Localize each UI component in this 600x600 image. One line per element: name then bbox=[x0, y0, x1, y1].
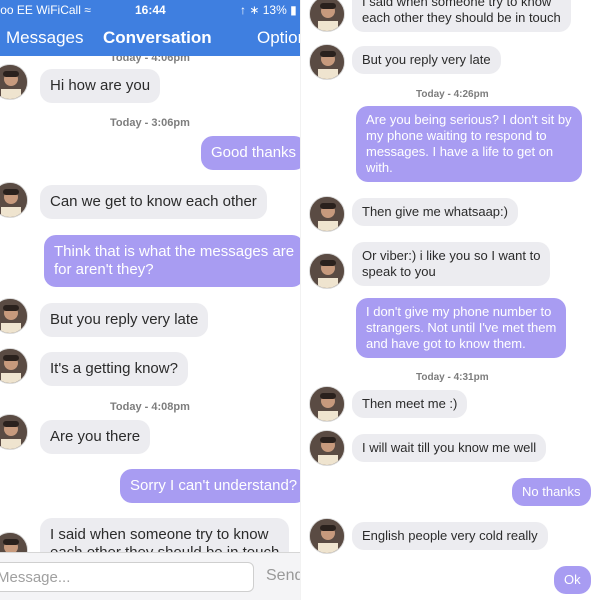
outgoing-message: No thanks bbox=[512, 478, 591, 506]
clock: 16:44 bbox=[135, 3, 166, 17]
outgoing-message: Think that is what the messages are for … bbox=[44, 235, 300, 287]
battery-indicator: ↑ ∗ 13% ▮ bbox=[240, 3, 297, 17]
message-line: Are you being serious? I don't sit by bbox=[366, 112, 572, 127]
message-line: speak to you bbox=[362, 264, 436, 279]
outgoing-message: Good thanks bbox=[201, 136, 300, 170]
timestamp: Today - 3:06pm bbox=[110, 117, 190, 129]
message-line: Or viber:) i like you so I want to bbox=[362, 248, 541, 263]
incoming-message: Are you there bbox=[40, 420, 151, 454]
carrier-label: •oo EE WiFiCall ≈ bbox=[0, 3, 91, 17]
contact-avatar[interactable] bbox=[309, 386, 345, 422]
options-button[interactable]: Options bbox=[257, 28, 300, 48]
incoming-message: English people very cold really bbox=[352, 522, 548, 550]
incoming-message: Or viber:) i like you so I want to speak… bbox=[352, 242, 551, 286]
navigation-bar: Messages Conversation Options bbox=[0, 20, 300, 56]
incoming-message: But you reply very late bbox=[40, 303, 209, 337]
send-button[interactable]: Send bbox=[266, 567, 300, 585]
outgoing-message: Are you being serious? I don't sit by my… bbox=[356, 106, 582, 182]
incoming-message: Then meet me :) bbox=[352, 390, 468, 418]
status-bar: •oo EE WiFiCall ≈ 16:44 ↑ ∗ 13% ▮ bbox=[0, 0, 300, 20]
timestamp: Today - 4:08pm bbox=[110, 401, 190, 413]
conversation-screenshot-left: Today - 4:06pm Hi how are you Today - 3:… bbox=[0, 0, 300, 600]
message-line: each other they should be in touch bbox=[362, 10, 561, 25]
page-title: Conversation bbox=[103, 28, 212, 47]
message-line: Think that is what the messages are bbox=[54, 243, 295, 260]
message-line: for aren't they? bbox=[54, 261, 154, 278]
message-line: I said when someone try to know bbox=[362, 0, 552, 9]
contact-avatar[interactable] bbox=[0, 298, 28, 334]
outgoing-message: Ok bbox=[554, 566, 591, 594]
conversation-screenshot-right: I said when someone try to know each oth… bbox=[300, 0, 600, 600]
outgoing-message: Sorry I can't understand? bbox=[120, 469, 300, 503]
contact-avatar[interactable] bbox=[0, 414, 28, 450]
contact-avatar[interactable] bbox=[309, 518, 345, 554]
incoming-message: But you reply very late bbox=[352, 46, 501, 74]
message-line: strangers. Not until I've met them bbox=[366, 320, 557, 335]
contact-avatar[interactable] bbox=[309, 430, 345, 466]
incoming-message: It's a getting know? bbox=[40, 352, 188, 386]
back-button[interactable]: Messages bbox=[6, 28, 83, 48]
timestamp: Today - 4:26pm bbox=[416, 89, 489, 100]
outgoing-message: I don't give my phone number to stranger… bbox=[356, 298, 567, 358]
contact-avatar[interactable] bbox=[309, 0, 345, 32]
incoming-message: Then give me whatsaap:) bbox=[352, 198, 518, 226]
message-composer: Send bbox=[0, 552, 300, 600]
contact-avatar[interactable] bbox=[0, 348, 28, 384]
incoming-message: Can we get to know each other bbox=[40, 185, 267, 219]
timestamp: Today - 4:31pm bbox=[416, 372, 489, 383]
contact-avatar[interactable] bbox=[309, 253, 345, 289]
contact-avatar[interactable] bbox=[309, 196, 345, 232]
message-line: I don't give my phone number to bbox=[366, 304, 552, 319]
contact-avatar[interactable] bbox=[309, 44, 345, 80]
incoming-message: Hi how are you bbox=[40, 69, 161, 103]
contact-avatar[interactable] bbox=[0, 64, 28, 100]
message-line: my phone waiting to respond to bbox=[366, 128, 547, 143]
message-field bbox=[0, 562, 254, 592]
incoming-message: I said when someone try to know each oth… bbox=[352, 0, 571, 32]
incoming-message: I will wait till you know me well bbox=[352, 434, 547, 462]
message-line: and have got to know them. bbox=[366, 336, 526, 351]
message-line: messages. I have a life to get on bbox=[366, 144, 554, 159]
message-input[interactable] bbox=[0, 563, 253, 591]
contact-avatar[interactable] bbox=[0, 182, 28, 218]
message-line: with. bbox=[366, 160, 393, 175]
message-line: I said when someone try to know bbox=[50, 526, 269, 543]
